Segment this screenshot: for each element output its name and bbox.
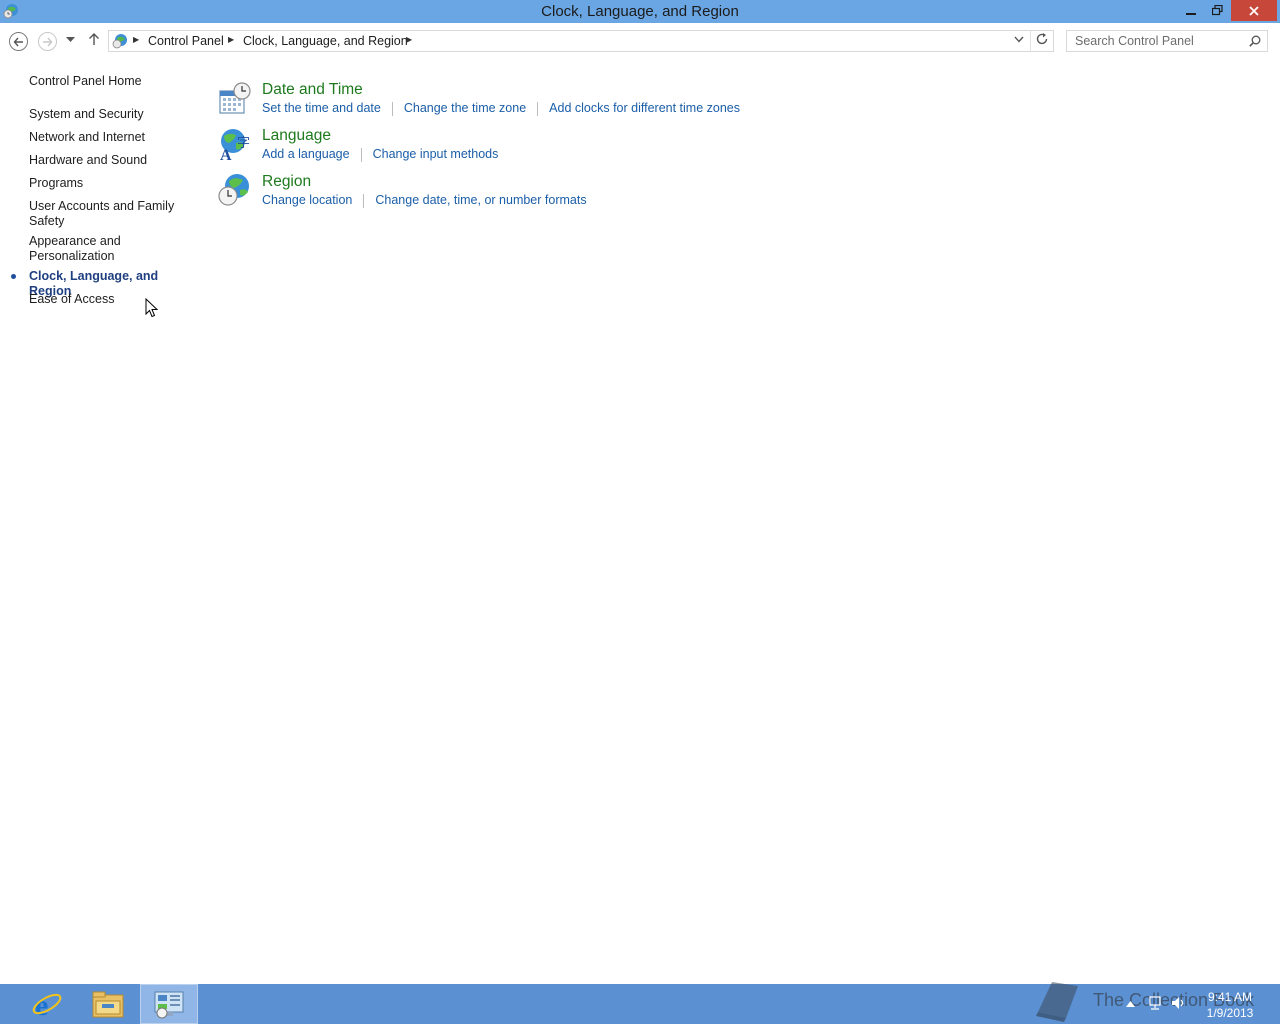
link-divider <box>537 102 539 116</box>
address-divider <box>1030 31 1031 51</box>
sidebar-item-user-accounts[interactable]: User Accounts and Family Safety <box>29 199 179 229</box>
navigation-bar: ▶ Control Panel ▶ Clock, Language, and R… <box>0 23 1280 58</box>
sidebar-item-system-and-security[interactable]: System and Security <box>29 107 194 122</box>
link-divider <box>363 194 365 208</box>
breadcrumb-clock-language-region[interactable]: Clock, Language, and Region <box>243 34 408 48</box>
up-arrow-icon <box>89 33 99 45</box>
breadcrumb-separator-icon[interactable]: ▶ <box>406 35 412 44</box>
change-formats-link[interactable]: Change date, time, or number formats <box>375 193 586 208</box>
link-divider <box>360 148 362 162</box>
chevron-up-icon <box>1126 1001 1135 1007</box>
file-explorer-icon <box>92 991 124 1018</box>
change-input-methods-link[interactable]: Change input methods <box>373 147 499 162</box>
address-bar[interactable]: ▶ Control Panel ▶ Clock, Language, and R… <box>108 30 1054 52</box>
close-button[interactable] <box>1231 0 1277 21</box>
restore-button[interactable] <box>1204 0 1231 21</box>
back-arrow-icon <box>13 37 23 46</box>
clock-time[interactable]: 9:41 AM <box>1190 990 1270 1004</box>
sidebar-item-appearance[interactable]: Appearance and Personalization <box>29 234 139 264</box>
refresh-icon <box>1036 33 1048 45</box>
close-icon <box>1249 5 1259 16</box>
back-button[interactable] <box>9 32 28 51</box>
recent-locations-dropdown[interactable] <box>66 35 75 45</box>
search-icon[interactable] <box>1249 35 1261 47</box>
control-panel-location-icon <box>112 34 127 49</box>
region-title[interactable]: Region <box>262 173 311 191</box>
breadcrumb-separator-icon[interactable]: ▶ <box>133 35 139 44</box>
network-icon[interactable] <box>1148 996 1162 1010</box>
taskbar-file-explorer[interactable] <box>79 984 137 1024</box>
sidebar-item-control-panel-home[interactable]: Control Panel Home <box>29 74 194 89</box>
language-globe-icon[interactable]: A 字 <box>218 127 252 161</box>
restore-icon <box>1212 5 1223 16</box>
search-input[interactable]: Search Control Panel <box>1075 34 1194 48</box>
change-time-zone-link[interactable]: Change the time zone <box>404 101 526 116</box>
language-links: Add a language Change input methods <box>262 147 498 162</box>
control-panel-icon <box>154 991 184 1019</box>
chevron-down-icon <box>66 37 75 42</box>
region-globe-clock-icon[interactable] <box>218 173 252 207</box>
add-clocks-link[interactable]: Add clocks for different time zones <box>549 101 740 116</box>
date-and-time-title[interactable]: Date and Time <box>262 81 363 99</box>
sidebar-item-programs[interactable]: Programs <box>29 176 194 191</box>
forward-button[interactable] <box>38 32 57 51</box>
sidebar-item-hardware-and-sound[interactable]: Hardware and Sound <box>29 153 194 168</box>
forward-arrow-icon <box>43 37 53 46</box>
volume-icon[interactable] <box>1171 996 1187 1010</box>
breadcrumb-control-panel[interactable]: Control Panel <box>148 34 224 48</box>
clock-date[interactable]: 1/9/2013 <box>1190 1006 1270 1020</box>
up-button[interactable] <box>88 32 100 50</box>
calendar-clock-icon[interactable] <box>218 81 252 115</box>
sidebar-item-network-and-internet[interactable]: Network and Internet <box>29 130 194 145</box>
minimize-button[interactable] <box>1177 0 1204 21</box>
add-a-language-link[interactable]: Add a language <box>262 147 350 162</box>
svg-text:字: 字 <box>237 136 250 151</box>
minimize-icon <box>1185 12 1196 15</box>
breadcrumb-separator-icon[interactable]: ▶ <box>228 35 234 44</box>
window-title: Clock, Language, and Region <box>541 3 739 20</box>
show-hidden-icons-button[interactable] <box>1126 999 1135 1009</box>
current-section-bullet-icon <box>11 274 16 279</box>
date-and-time-links: Set the time and date Change the time zo… <box>262 101 740 116</box>
taskbar-internet-explorer[interactable]: e <box>18 984 76 1024</box>
change-location-link[interactable]: Change location <box>262 193 352 208</box>
region-links: Change location Change date, time, or nu… <box>262 193 587 208</box>
sidebar-item-ease-of-access[interactable]: Ease of Access <box>29 292 194 307</box>
internet-explorer-icon: e <box>32 989 62 1020</box>
mouse-cursor-icon <box>145 298 158 318</box>
refresh-button[interactable] <box>1035 32 1049 49</box>
address-history-dropdown[interactable] <box>1014 35 1024 45</box>
svg-text:A: A <box>220 147 232 161</box>
set-time-and-date-link[interactable]: Set the time and date <box>262 101 381 116</box>
title-bar: Clock, Language, and Region <box>0 0 1280 23</box>
search-box[interactable]: Search Control Panel <box>1066 30 1268 52</box>
taskbar-control-panel[interactable] <box>140 984 198 1024</box>
chevron-down-icon <box>1014 36 1024 43</box>
language-title[interactable]: Language <box>262 127 331 145</box>
link-divider <box>391 102 393 116</box>
